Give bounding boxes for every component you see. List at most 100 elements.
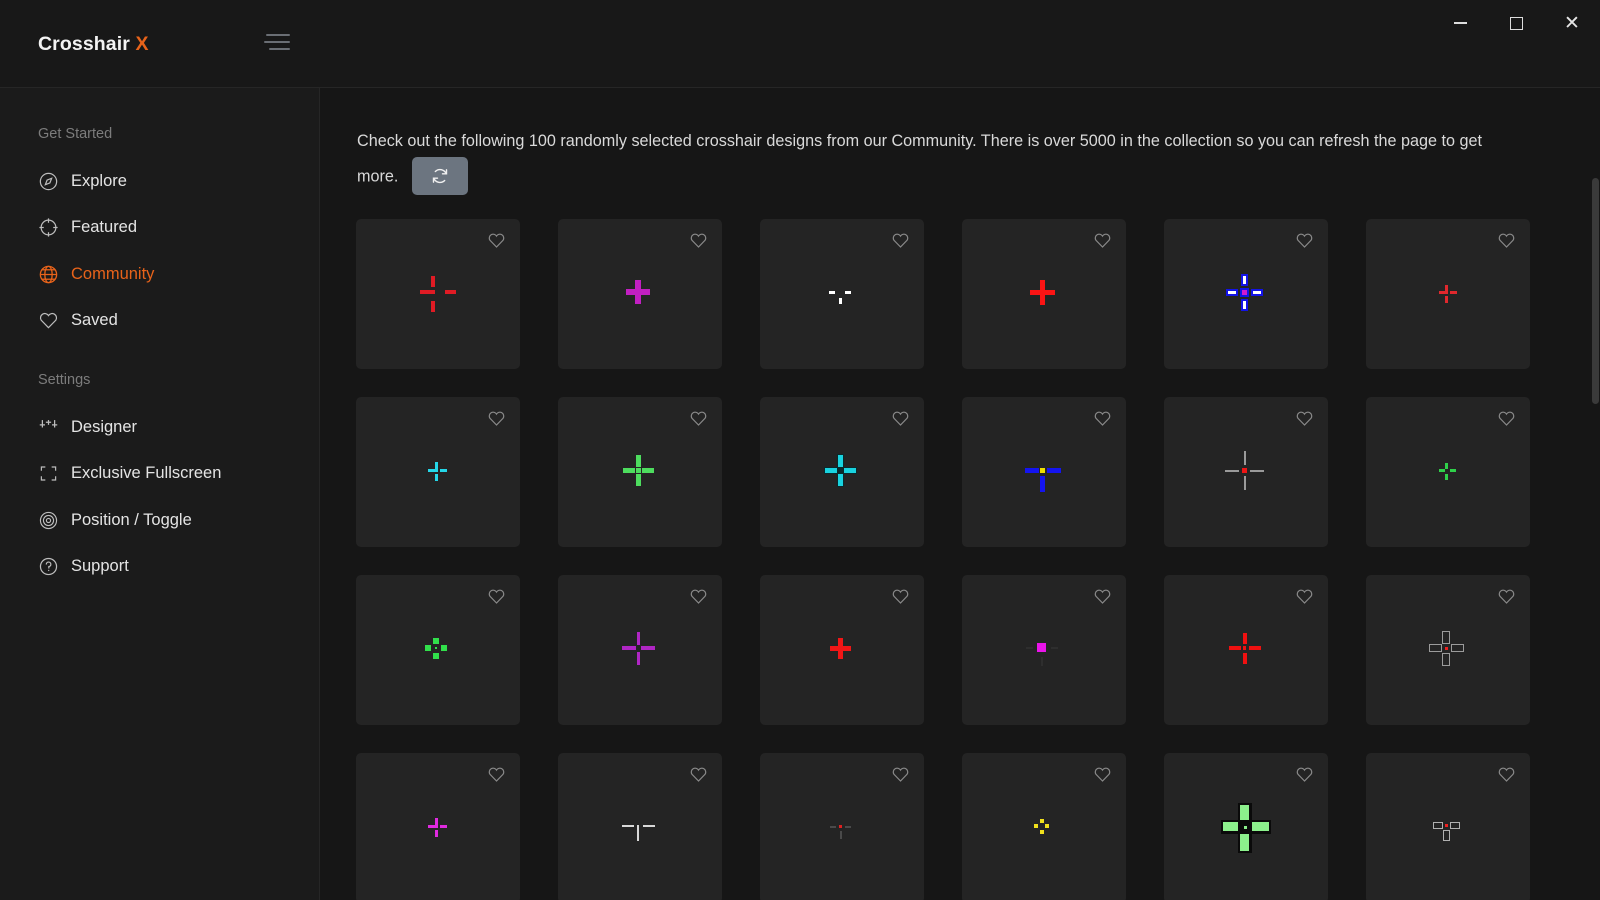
crosshair-red-plus-bold <box>797 605 887 695</box>
concentric-circles-icon <box>36 508 60 532</box>
crosshair-card[interactable] <box>356 219 520 369</box>
crosshair-preview <box>760 575 924 725</box>
crosshair-magenta-small-cross <box>393 783 483 873</box>
crosshair-card[interactable] <box>356 575 520 725</box>
main-content: Check out the following 100 randomly sel… <box>321 88 1600 900</box>
sidebar-item-designer[interactable]: Designer <box>0 404 320 451</box>
question-circle-icon <box>36 555 60 579</box>
crosshair-blue-white-boxed-cross <box>1201 249 1291 339</box>
crosshair-card[interactable] <box>760 397 924 547</box>
crosshair-card[interactable] <box>558 219 722 369</box>
title-bar: Crosshair X ✕ <box>0 0 1600 88</box>
crosshair-card[interactable] <box>1366 397 1530 547</box>
compass-icon <box>36 169 60 193</box>
sidebar-item-support[interactable]: Support <box>0 544 320 591</box>
hamburger-line <box>269 48 290 50</box>
sidebar-item-label: Featured <box>71 218 137 237</box>
crosshair-card[interactable] <box>962 753 1126 900</box>
refresh-button[interactable] <box>412 157 468 195</box>
crosshair-preview <box>1164 397 1328 547</box>
crosshair-preview <box>356 753 520 900</box>
crosshair-card[interactable] <box>962 397 1126 547</box>
crosshair-thin-grey-cross-red-dot <box>1201 427 1291 517</box>
crosshair-preview <box>962 753 1126 900</box>
crosshair-preview <box>558 219 722 369</box>
crosshair-red-plus-medium <box>999 249 1089 339</box>
sidebar-item-explore[interactable]: Explore <box>0 158 320 205</box>
hamburger-line <box>264 41 290 43</box>
crosshair-preview <box>760 753 924 900</box>
crosshair-magenta-square-dashes <box>999 605 1089 695</box>
crosshair-preview <box>1164 219 1328 369</box>
crosshair-preview <box>962 575 1126 725</box>
crosshair-card[interactable] <box>1366 219 1530 369</box>
hamburger-menu-icon[interactable] <box>264 34 290 56</box>
close-button[interactable]: ✕ <box>1544 0 1600 46</box>
crosshair-card[interactable] <box>760 753 924 900</box>
globe-icon <box>36 262 60 286</box>
sidebar-item-label: Explore <box>71 172 127 191</box>
crosshair-preview <box>962 397 1126 547</box>
crosshair-card[interactable] <box>558 753 722 900</box>
sidebar-item-label: Exclusive Fullscreen <box>71 464 221 483</box>
crosshair-preview <box>1366 575 1530 725</box>
crosshair-green-dots-diamond <box>393 605 483 695</box>
fullscreen-icon <box>36 462 60 486</box>
crosshair-preview <box>356 397 520 547</box>
sidebar-item-community[interactable]: Community <box>0 251 320 298</box>
crosshair-preview <box>1366 219 1530 369</box>
crosshair-blue-bars-yellow-dot <box>999 427 1089 517</box>
scrollbar-thumb[interactable] <box>1592 178 1599 404</box>
crosshair-cyan-outlined-cross <box>797 427 887 517</box>
crosshair-card[interactable] <box>962 219 1126 369</box>
crosshair-small-red-cross <box>1403 249 1493 339</box>
crosshair-preview <box>760 397 924 547</box>
window-controls: ✕ <box>1432 0 1600 46</box>
crosshair-preview <box>356 219 520 369</box>
crosshair-white-t-crosshair <box>595 783 685 873</box>
sidebar-nav-primary: Explore Featured <box>0 158 320 344</box>
sidebar-item-label: Support <box>71 557 129 576</box>
crosshair-card[interactable] <box>558 397 722 547</box>
sidebar-nav-secondary: Designer Exclusive Fullscreen Posit <box>0 404 320 590</box>
maximize-button[interactable] <box>1488 0 1544 46</box>
crosshair-card[interactable] <box>1164 397 1328 547</box>
crosshair-preview <box>356 575 520 725</box>
crosshair-tiny-green-cross <box>1403 427 1493 517</box>
hamburger-line <box>266 34 290 36</box>
sliders-icon <box>36 415 60 439</box>
crosshair-card[interactable] <box>1164 753 1328 900</box>
crosshair-card[interactable] <box>1164 219 1328 369</box>
intro-text-block: Check out the following 100 randomly sel… <box>357 125 1527 197</box>
crosshair-preview <box>962 219 1126 369</box>
vertical-scrollbar[interactable] <box>1591 178 1600 900</box>
crosshair-card[interactable] <box>356 397 520 547</box>
crosshair-card[interactable] <box>558 575 722 725</box>
crosshair-card[interactable] <box>962 575 1126 725</box>
app-root: Crosshair X ✕ Get Started <box>0 0 1600 900</box>
minimize-button[interactable] <box>1432 0 1488 46</box>
crosshair-card[interactable] <box>1366 575 1530 725</box>
crosshair-card[interactable] <box>760 575 924 725</box>
sidebar-section-label-settings: Settings <box>0 372 90 388</box>
brand-suffix: X <box>135 33 148 55</box>
sidebar-item-saved[interactable]: Saved <box>0 298 320 345</box>
crosshair-tiny-red-dot-dashes <box>797 783 887 873</box>
crosshair-card[interactable] <box>1164 575 1328 725</box>
crosshair-small-cyan-cross <box>393 427 483 517</box>
sidebar-item-position-toggle[interactable]: Position / Toggle <box>0 497 320 544</box>
sidebar-item-featured[interactable]: Featured <box>0 205 320 252</box>
crosshair-red-segmented-cross <box>1201 605 1291 695</box>
crosshair-card[interactable] <box>760 219 924 369</box>
crosshair-red-outlined-cross <box>393 249 483 339</box>
crosshair-preview <box>760 219 924 369</box>
crosshair-yellow-dots-diamond <box>999 783 1089 873</box>
target-icon <box>36 216 60 240</box>
crosshair-card[interactable] <box>356 753 520 900</box>
sidebar: Get Started Explore <box>0 88 320 900</box>
sidebar-item-exclusive-fullscreen[interactable]: Exclusive Fullscreen <box>0 451 320 498</box>
app-logo: Crosshair X <box>38 33 149 56</box>
crosshair-preview <box>558 575 722 725</box>
crosshair-preview <box>1164 753 1328 900</box>
crosshair-card[interactable] <box>1366 753 1530 900</box>
